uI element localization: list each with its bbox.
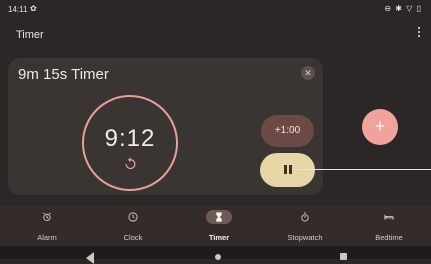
nav-label-timer: Timer — [208, 233, 230, 242]
hourglass-icon — [216, 212, 222, 222]
timer-label[interactable]: 9m 15s Timer — [18, 66, 109, 83]
more-options-icon[interactable] — [414, 25, 424, 43]
nav-item-clock[interactable]: Clock — [90, 206, 176, 246]
nav-label-alarm: Alarm — [37, 233, 57, 242]
timer-remaining-time: 9:12 — [104, 125, 156, 152]
timer-progress-ring: 9:12 — [82, 95, 178, 191]
clock-icon — [128, 212, 138, 222]
back-icon[interactable] — [86, 252, 94, 264]
nav-label-stopwatch: Stopwatch — [287, 233, 323, 242]
pause-button[interactable] — [260, 153, 315, 187]
system-nav-bar — [0, 246, 431, 264]
timer-card: 9m 15s Timer ✕ 9:12 +1:00 — [8, 58, 323, 195]
alarm-icon — [43, 212, 51, 222]
status-icons: ⊖ ✱ ▽ ▯ — [384, 4, 422, 13]
nav-item-bedtime[interactable]: Bedtime — [346, 206, 431, 246]
bottom-nav: Alarm Clock Timer Stopwatch Bedtime — [0, 206, 431, 246]
nav-item-alarm[interactable]: Alarm — [4, 206, 90, 246]
reset-icon[interactable] — [123, 156, 138, 171]
bed-icon — [384, 214, 394, 220]
page-title: Timer — [16, 29, 44, 41]
pause-icon — [284, 165, 292, 174]
add-timer-button[interactable]: + — [362, 109, 398, 145]
status-time: 14:11 — [8, 5, 28, 14]
settings-icon: ✿ — [30, 4, 37, 13]
pointer-line — [298, 169, 431, 170]
close-icon[interactable]: ✕ — [301, 66, 315, 80]
home-icon[interactable] — [215, 254, 221, 260]
nav-item-stopwatch[interactable]: Stopwatch — [262, 206, 348, 246]
add-one-minute-button[interactable]: +1:00 — [261, 115, 314, 147]
nav-label-bedtime: Bedtime — [375, 233, 403, 242]
status-bar: 14:11 ✿ ⊖ ✱ ▽ ▯ — [0, 0, 431, 20]
nav-item-timer[interactable]: Timer — [176, 206, 262, 246]
stopwatch-icon — [301, 212, 309, 222]
nav-label-clock: Clock — [123, 233, 143, 242]
